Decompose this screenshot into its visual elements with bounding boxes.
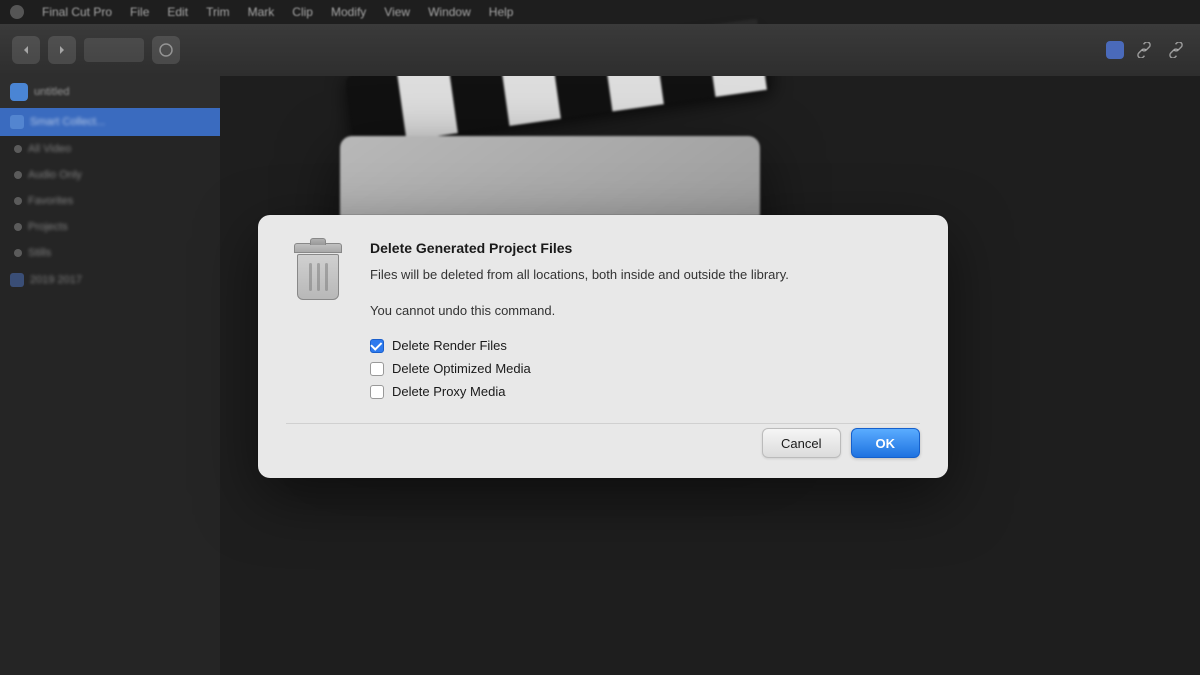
dialog-description: Files will be deleted from all locations… [370,265,920,285]
menubar-file: File [130,5,149,19]
checkbox-optimized-label: Delete Optimized Media [392,361,531,376]
sidebar-label-stills: Stills [28,247,51,259]
sidebar-header-label: untitled [34,86,69,98]
sidebar-label-favorites: Favorites [28,195,73,207]
sidebar-icon-2019 [10,273,24,287]
trash-icon-container [286,239,350,309]
trash-line-3 [325,263,328,291]
trash-lines [298,255,338,291]
sidebar-dot-5 [14,249,22,257]
sidebar-item-audio-only[interactable]: Audio Only [0,162,220,188]
sidebar-label-2019: 2019 2017 [30,274,82,286]
sidebar-dot-3 [14,197,22,205]
sidebar-library-icon [10,83,28,101]
dialog-content-area: Delete Generated Project Files Files wil… [286,239,920,419]
sidebar-header: untitled [0,76,220,108]
dialog: Delete Generated Project Files Files wil… [258,215,948,478]
dialog-title: Delete Generated Project Files [370,239,920,257]
checkbox-proxy-label: Delete Proxy Media [392,384,505,399]
checkbox-optimized[interactable] [370,362,384,376]
menubar-window: Window [428,5,471,19]
checkbox-render[interactable] [370,339,384,353]
trash-icon [292,243,344,303]
sidebar-item-all-video[interactable]: All Video [0,136,220,162]
trash-body [297,254,339,300]
trash-lid [294,243,342,253]
checkbox-group: Delete Render Files Delete Optimized Med… [370,338,920,399]
menubar-fcp: Final Cut Pro [42,5,112,19]
toolbar-label [84,38,144,62]
ok-button[interactable]: OK [851,428,921,458]
sidebar-item-projects[interactable]: Projects [0,214,220,240]
toolbar-icon-1 [1106,41,1124,59]
toolbar-share-button[interactable] [152,36,180,64]
toolbar-link2-icon [1164,38,1188,62]
apple-menu-icon [10,5,24,19]
sidebar-item-2019[interactable]: 2019 2017 [0,266,220,294]
sidebar: untitled Smart Collect... All Video Audi… [0,76,220,675]
menubar-mark: Mark [248,5,275,19]
menubar-clip: Clip [292,5,313,19]
sidebar-active-label: Smart Collect... [30,116,105,128]
checkbox-render-item[interactable]: Delete Render Files [370,338,920,353]
checkbox-render-label: Delete Render Files [392,338,507,353]
cancel-button[interactable]: Cancel [762,428,840,458]
sidebar-dot-4 [14,223,22,231]
dialog-warning: You cannot undo this command. [370,301,920,321]
sidebar-label-projects: Projects [28,221,68,233]
toolbar [0,24,1200,76]
dialog-text-area: Delete Generated Project Files Files wil… [370,239,920,419]
toolbar-link-icon [1132,38,1156,62]
sidebar-item-favorites[interactable]: Favorites [0,188,220,214]
checkbox-optimized-item[interactable]: Delete Optimized Media [370,361,920,376]
sidebar-dot-2 [14,171,22,179]
menubar-view: View [384,5,410,19]
toolbar-forward-button[interactable] [48,36,76,64]
toolbar-back-button[interactable] [12,36,40,64]
menubar-trim: Trim [206,5,230,19]
checkbox-proxy-item[interactable]: Delete Proxy Media [370,384,920,399]
sidebar-active-icon [10,115,24,129]
dialog-buttons: Cancel OK [286,423,920,458]
trash-line-2 [317,263,320,291]
sidebar-item-stills[interactable]: Stills [0,240,220,266]
trash-lid-handle [310,238,326,245]
menubar-edit: Edit [167,5,188,19]
menubar-help: Help [489,5,514,19]
menubar-modify: Modify [331,5,366,19]
sidebar-item-smart-collect[interactable]: Smart Collect... [0,108,220,136]
sidebar-dot-1 [14,145,22,153]
menubar: Final Cut Pro File Edit Trim Mark Clip M… [0,0,1200,24]
trash-line-1 [309,263,312,291]
sidebar-label-all-video: All Video [28,143,71,155]
checkbox-proxy[interactable] [370,385,384,399]
sidebar-label-audio-only: Audio Only [28,169,82,181]
